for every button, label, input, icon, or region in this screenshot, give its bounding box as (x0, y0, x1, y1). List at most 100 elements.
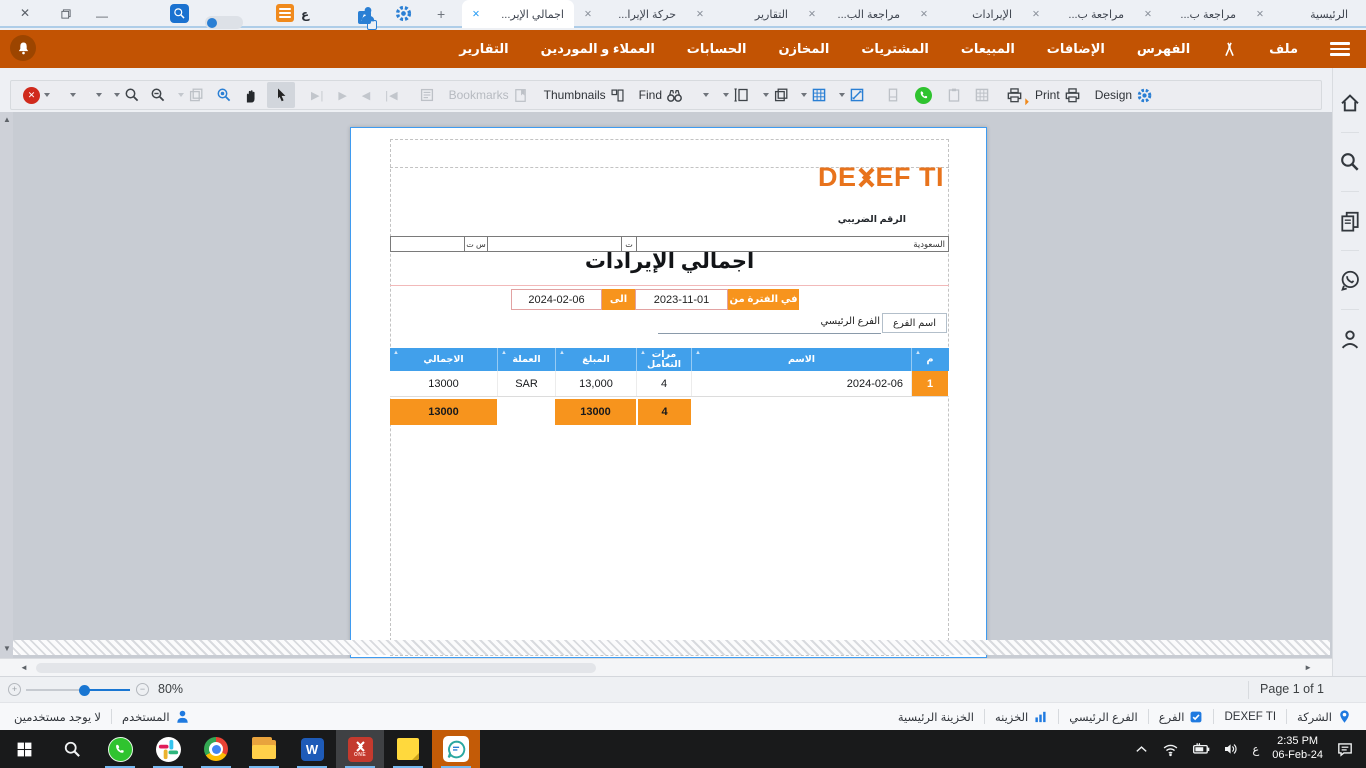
hamburger-menu-icon[interactable] (1330, 42, 1350, 56)
multipage-view-button[interactable] (178, 87, 204, 103)
branch-context[interactable]: الفرع (1159, 710, 1204, 724)
table-settings-button[interactable] (974, 87, 990, 103)
language-badge[interactable]: ع (301, 7, 309, 21)
thumbnails-button[interactable]: Thumbnails (544, 88, 625, 103)
menu-accounts[interactable]: الحسابات (687, 41, 747, 57)
menu-sales[interactable]: المبيعات (961, 41, 1015, 57)
volume-icon[interactable] (1223, 741, 1239, 757)
tab-close-icon[interactable]: ✕ (584, 9, 592, 20)
search-icon[interactable] (1339, 151, 1361, 173)
new-tab-button[interactable]: + (437, 6, 445, 22)
nav-next-page-button[interactable]: ▶ (338, 89, 347, 102)
side-panel-button[interactable] (885, 87, 901, 103)
tab-total-revenues[interactable]: ✕اجمالي الإير... (462, 0, 574, 28)
menu-reports[interactable]: التقارير (459, 41, 508, 57)
tab-close-icon[interactable]: ✕ (808, 9, 816, 20)
scroll-right-arrow[interactable]: ► (1304, 664, 1312, 672)
export-document-button[interactable] (419, 87, 435, 103)
tab-reports[interactable]: ✕التقارير (686, 0, 798, 28)
menu-warehouses[interactable]: المخازن (778, 41, 829, 57)
tab-revenues[interactable]: ✕الإيرادات (910, 0, 1022, 28)
scroll-left-arrow[interactable]: ◄ (20, 664, 28, 672)
tab-revenue-movement[interactable]: ✕حركة الإيرا... (574, 0, 686, 28)
tab-close-icon[interactable]: ✕ (472, 9, 480, 20)
hidden-icons-chevron[interactable] (1134, 742, 1149, 757)
wifi-icon[interactable] (1162, 741, 1179, 758)
menu-addons[interactable]: الإضافات (1047, 41, 1105, 57)
table-layout-button[interactable] (801, 87, 827, 103)
user-profile-icon[interactable] (359, 5, 377, 23)
nav-prev-page-button[interactable]: ◀ (362, 89, 371, 102)
tab-review-3[interactable]: ✕مراجعة ب... (1134, 0, 1246, 28)
settings-gear-icon[interactable] (394, 4, 413, 23)
menu-file[interactable]: ملف (1269, 41, 1298, 57)
tab-close-icon[interactable]: ✕ (1032, 9, 1040, 20)
taskbar-dexef-app[interactable] (432, 730, 480, 768)
menu-purchases[interactable]: المشتريات (861, 41, 929, 57)
col-header-currency[interactable]: ▲العملة (497, 348, 555, 371)
horizontal-scrollbar[interactable]: ◄ ► (0, 658, 1332, 676)
nav-first-page-button[interactable]: |◀ (385, 89, 398, 102)
vertical-scrollbar[interactable] (0, 112, 13, 658)
zoom-out-button[interactable] (150, 87, 166, 103)
user-context[interactable]: المستخدم (122, 709, 190, 724)
print-button[interactable]: Print (1035, 87, 1081, 104)
contact-person-icon[interactable] (1339, 328, 1361, 350)
window-minimize-button[interactable]: — (96, 10, 108, 22)
tab-close-icon[interactable]: ✕ (696, 9, 704, 20)
copies-button[interactable] (763, 87, 789, 103)
find-button[interactable]: Find (639, 87, 683, 104)
horizontal-scroll-thumb[interactable] (36, 663, 596, 673)
taskbar-search-button[interactable] (48, 730, 96, 768)
taskbar-slack[interactable] (144, 730, 192, 768)
treasury-context[interactable]: الخزينه (995, 709, 1048, 724)
menu-list-icon[interactable] (276, 4, 294, 22)
menu-customers-suppliers[interactable]: العملاء و الموردين (541, 41, 655, 57)
close-preview-button[interactable]: ✕ (23, 87, 50, 104)
col-header-total[interactable]: ▲الاجمالي (390, 348, 497, 371)
zoom-in-circle-icon[interactable]: + (8, 683, 21, 696)
taskbar-whatsapp[interactable] (96, 730, 144, 768)
battery-icon[interactable] (1192, 740, 1210, 758)
zoom-out-circle-icon[interactable]: − (136, 683, 149, 696)
taskbar-chrome[interactable] (192, 730, 240, 768)
quick-print-button[interactable] (1006, 87, 1023, 104)
col-header-amount[interactable]: ▲المبلغ (555, 348, 636, 371)
design-button[interactable]: Design (1095, 87, 1153, 104)
send-whatsapp-button[interactable] (915, 87, 932, 104)
dropdown-2[interactable] (96, 93, 102, 97)
col-header-name[interactable]: ▲الاسم (691, 348, 911, 371)
tab-review-2[interactable]: ✕مراجعة ب... (1022, 0, 1134, 28)
input-language-indicator[interactable]: ع (1252, 742, 1259, 756)
pointer-tool-button[interactable] (267, 82, 295, 108)
zoom-tool-button[interactable] (114, 87, 140, 103)
col-header-no[interactable]: ▲م (911, 348, 948, 371)
notifications-bell-icon[interactable] (10, 35, 36, 61)
paste-button[interactable] (946, 87, 962, 103)
action-center-icon[interactable] (1336, 740, 1354, 758)
theme-toggle[interactable] (205, 16, 243, 29)
dropdown-1[interactable] (70, 93, 76, 97)
zoom-slider-handle[interactable] (79, 685, 90, 696)
scale-button[interactable] (839, 87, 865, 103)
tab-close-icon[interactable]: ✕ (1144, 9, 1152, 20)
window-close-button[interactable]: ✕ (20, 7, 30, 19)
hand-tool-button[interactable] (242, 87, 259, 104)
zoom-region-button[interactable] (216, 87, 232, 103)
col-header-times[interactable]: ▲مرات التعامل (636, 348, 691, 371)
tab-review-1[interactable]: ✕مراجعة الب... (798, 0, 910, 28)
dropdown-3[interactable] (703, 93, 709, 97)
tab-close-icon[interactable]: ✕ (1256, 9, 1264, 20)
page-setup-button[interactable] (723, 87, 749, 103)
home-icon[interactable] (1339, 92, 1361, 114)
taskbar-word[interactable]: W (288, 730, 336, 768)
zoom-slider-track[interactable] (26, 689, 84, 691)
taskbar-sticky-notes[interactable] (384, 730, 432, 768)
scroll-up-arrow[interactable]: ▲ (3, 116, 11, 124)
taskbar-clock[interactable]: 2:35 PM 06-Feb-24 (1272, 735, 1323, 763)
bookmarks-button[interactable]: Bookmarks (449, 88, 528, 103)
tab-home[interactable]: ✕الرئيسية (1246, 0, 1358, 28)
window-restore-button[interactable] (60, 8, 72, 20)
taskbar-file-explorer[interactable] (240, 730, 288, 768)
nav-last-page-button[interactable]: ▶| (311, 89, 324, 102)
